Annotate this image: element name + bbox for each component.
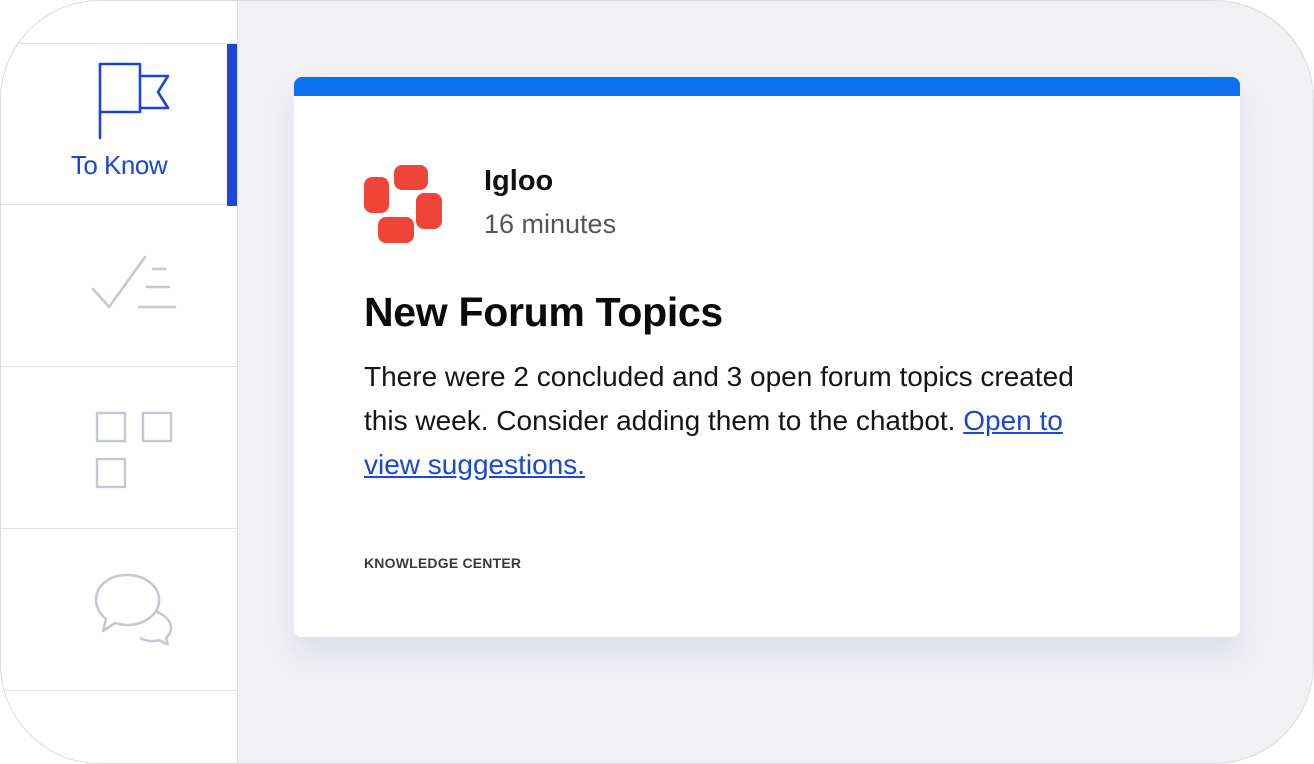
brand-name: Igloo [484, 165, 554, 197]
flag-icon [98, 62, 170, 140]
grid-icon [95, 411, 173, 489]
sidebar-item-grid[interactable] [1, 367, 237, 529]
igloo-logo [364, 165, 442, 243]
chat-bubbles-icon [94, 573, 173, 645]
sidebar-item-chat[interactable] [1, 529, 237, 691]
timestamp: 16 minutes [484, 209, 617, 239]
card-accent-bar [294, 77, 1240, 96]
card-body: There were 2 concluded and 3 open forum … [364, 355, 1124, 487]
card-title: New Forum Topics [364, 289, 723, 335]
sidebar-item-label: To Know [70, 150, 168, 180]
notification-card[interactable]: Igloo 16 minutes New Forum Topics There … [294, 77, 1240, 637]
checklist-icon [91, 255, 177, 309]
active-indicator [227, 44, 237, 206]
sidebar-item-checklist[interactable] [1, 205, 237, 367]
sidebar: To Know [1, 1, 238, 763]
app-window: To Know Igloo 16 minutes New Forum Topic… [0, 0, 1314, 764]
card-category: KNOWLEDGE CENTER [364, 555, 522, 571]
sidebar-item-to-know[interactable]: To Know [1, 43, 237, 206]
